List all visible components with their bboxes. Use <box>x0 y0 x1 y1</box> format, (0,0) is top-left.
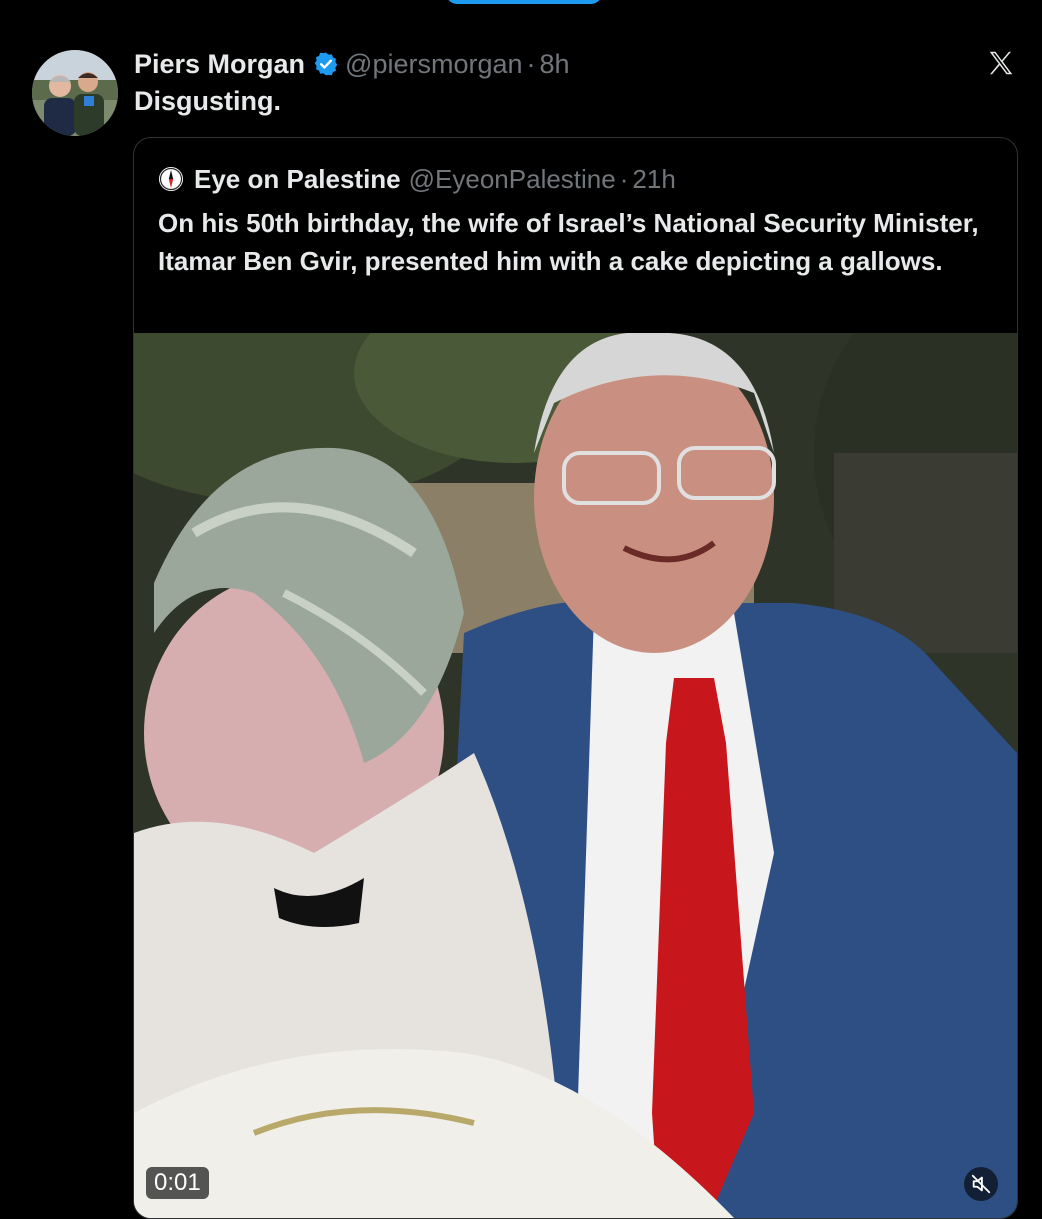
video-frame <box>134 333 1017 1218</box>
tweet-text: Disgusting. <box>134 86 281 116</box>
speaker-muted-icon[interactable] <box>964 1167 998 1201</box>
compass-icon <box>158 166 184 192</box>
quote-text: On his 50th birthday, the wife of Israel… <box>158 208 979 276</box>
author-name[interactable]: Piers Morgan <box>134 49 305 80</box>
video-player[interactable]: 0:01 <box>134 333 1017 1218</box>
quote-author-handle[interactable]: @EyeonPalestine <box>409 164 616 195</box>
quote-author-name[interactable]: Eye on Palestine <box>194 164 401 195</box>
quoted-tweet-card[interactable]: Eye on Palestine @EyeonPalestine · 21h O… <box>133 137 1018 1219</box>
author-handle[interactable]: @piersmorgan <box>345 49 522 80</box>
video-timestamp: 0:01 <box>146 1167 209 1199</box>
tweet-timestamp[interactable]: 8h <box>540 49 570 80</box>
top-action-pill[interactable] <box>446 0 602 4</box>
avatar[interactable] <box>32 50 118 136</box>
verified-badge-icon <box>313 51 339 77</box>
quote-header: Eye on Palestine @EyeonPalestine · 21h <box>158 162 676 196</box>
header-separator: · <box>526 48 536 79</box>
tweet-header: Piers Morgan @piersmorgan · 8h <box>134 44 570 84</box>
x-logo-icon[interactable] <box>986 48 1016 78</box>
quote-timestamp[interactable]: 21h <box>632 164 675 195</box>
quote-header-separator: · <box>619 163 629 194</box>
